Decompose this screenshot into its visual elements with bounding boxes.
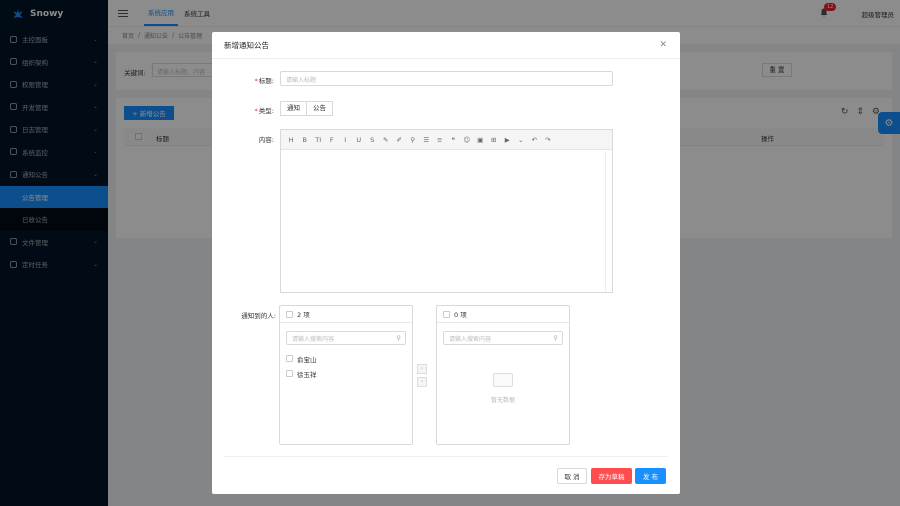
editor-scrollbar[interactable] (605, 151, 612, 292)
title-label-text: 标题: (258, 77, 274, 85)
search-icon: ⚲ (396, 334, 401, 342)
target-search-placeholder: 请输入搜索内容 (449, 336, 492, 343)
save-draft-button[interactable]: 存为草稿 (591, 468, 632, 484)
type-radio-announce[interactable]: 公告 (307, 101, 333, 116)
source-item-label: 俞宝山 (297, 355, 317, 364)
target-select-all-checkbox[interactable] (443, 310, 450, 318)
search-icon: ⚲ (553, 334, 558, 342)
source-item[interactable]: 俞宝山 (280, 351, 412, 366)
cancel-button[interactable]: 取 消 (557, 468, 587, 484)
transfer-source-list: 2 项 请输入搜索内容 ⚲ 俞宝山 徐玉祥 (279, 305, 413, 445)
item-checkbox[interactable] (286, 355, 293, 362)
modal-footer-divider (224, 456, 668, 457)
empty-inbox-icon (493, 373, 513, 387)
source-item-label: 徐玉祥 (297, 370, 317, 379)
editor-tool-icon[interactable]: ⊞ (488, 136, 501, 144)
move-right-button[interactable]: › (417, 364, 427, 374)
editor-tool-icon[interactable]: F (326, 136, 339, 144)
item-checkbox[interactable] (286, 370, 293, 377)
publish-button[interactable]: 发 布 (635, 468, 666, 484)
source-count: 2 项 (297, 311, 310, 319)
editor-tool-icon[interactable]: ☺ (461, 136, 474, 144)
editor-tool-icon[interactable]: ❝ (447, 136, 460, 144)
editor-tool-icon[interactable]: ▣ (474, 136, 487, 144)
editor-tool-icon[interactable]: ☰ (420, 136, 433, 144)
editor-tool-icon[interactable]: ≡ (434, 136, 447, 144)
editor-tool-icon[interactable]: TI (312, 136, 325, 144)
transfer-operations: › ‹ (417, 364, 427, 387)
source-search-placeholder: 请输入搜索内容 (292, 336, 335, 343)
rich-text-editor[interactable]: H B TI F I U S ✎ ✐ ⚲ ☰ ≡ ❝ ☺ ▣ ⊞ ▶ ⌄ ↶ ↷ (280, 129, 613, 293)
transfer-target-list: 0 项 请输入搜索内容 ⚲ 暂无数据 (436, 305, 570, 445)
source-select-all-checkbox[interactable] (286, 310, 293, 318)
move-left-button[interactable]: ‹ (417, 377, 427, 387)
type-label: *类型: (254, 107, 274, 115)
editor-tool-icon[interactable]: ⌄ (515, 136, 528, 144)
type-label-text: 类型: (258, 107, 274, 115)
target-header: 0 项 (437, 306, 569, 323)
editor-tool-icon[interactable]: B (299, 136, 312, 144)
close-icon[interactable]: ✕ (659, 40, 667, 50)
editor-tool-icon[interactable]: U (353, 136, 366, 144)
modal-title: 新增通知公告 (212, 32, 680, 59)
empty-state: 暂无数据 (437, 373, 569, 404)
content-label: 内容: (258, 136, 274, 144)
type-radio-notify[interactable]: 通知 (280, 101, 307, 116)
editor-tool-icon[interactable]: I (339, 136, 352, 144)
editor-tool-icon[interactable]: ✎ (380, 136, 393, 144)
source-header: 2 项 (280, 306, 412, 323)
target-search-input[interactable]: 请输入搜索内容 ⚲ (443, 331, 563, 345)
empty-text: 暂无数据 (490, 397, 515, 404)
editor-tool-icon[interactable]: ↷ (542, 136, 555, 144)
add-notice-modal: 新增通知公告 ✕ *标题: 请输入标题 *类型: 通知 公告 内容: H B TI F… (212, 32, 680, 494)
source-search-input[interactable]: 请输入搜索内容 ⚲ (286, 331, 406, 345)
source-item[interactable]: 徐玉祥 (280, 366, 412, 381)
editor-tool-icon[interactable]: ⚲ (407, 136, 420, 144)
editor-tool-icon[interactable]: ▶ (501, 136, 514, 144)
transfer-label: 通知到的人: (241, 312, 276, 320)
editor-tool-icon[interactable]: S (366, 136, 379, 144)
title-label: *标题: (254, 77, 274, 85)
title-input[interactable]: 请输入标题 (280, 71, 613, 86)
type-radio-group: 通知 公告 (280, 101, 333, 116)
editor-tool-icon[interactable]: ✐ (393, 136, 406, 144)
editor-toolbar: H B TI F I U S ✎ ✐ ⚲ ☰ ≡ ❝ ☺ ▣ ⊞ ▶ ⌄ ↶ ↷ (281, 130, 612, 150)
target-count: 0 项 (454, 311, 467, 319)
editor-tool-icon[interactable]: H (285, 136, 298, 144)
editor-tool-icon[interactable]: ↶ (528, 136, 541, 144)
